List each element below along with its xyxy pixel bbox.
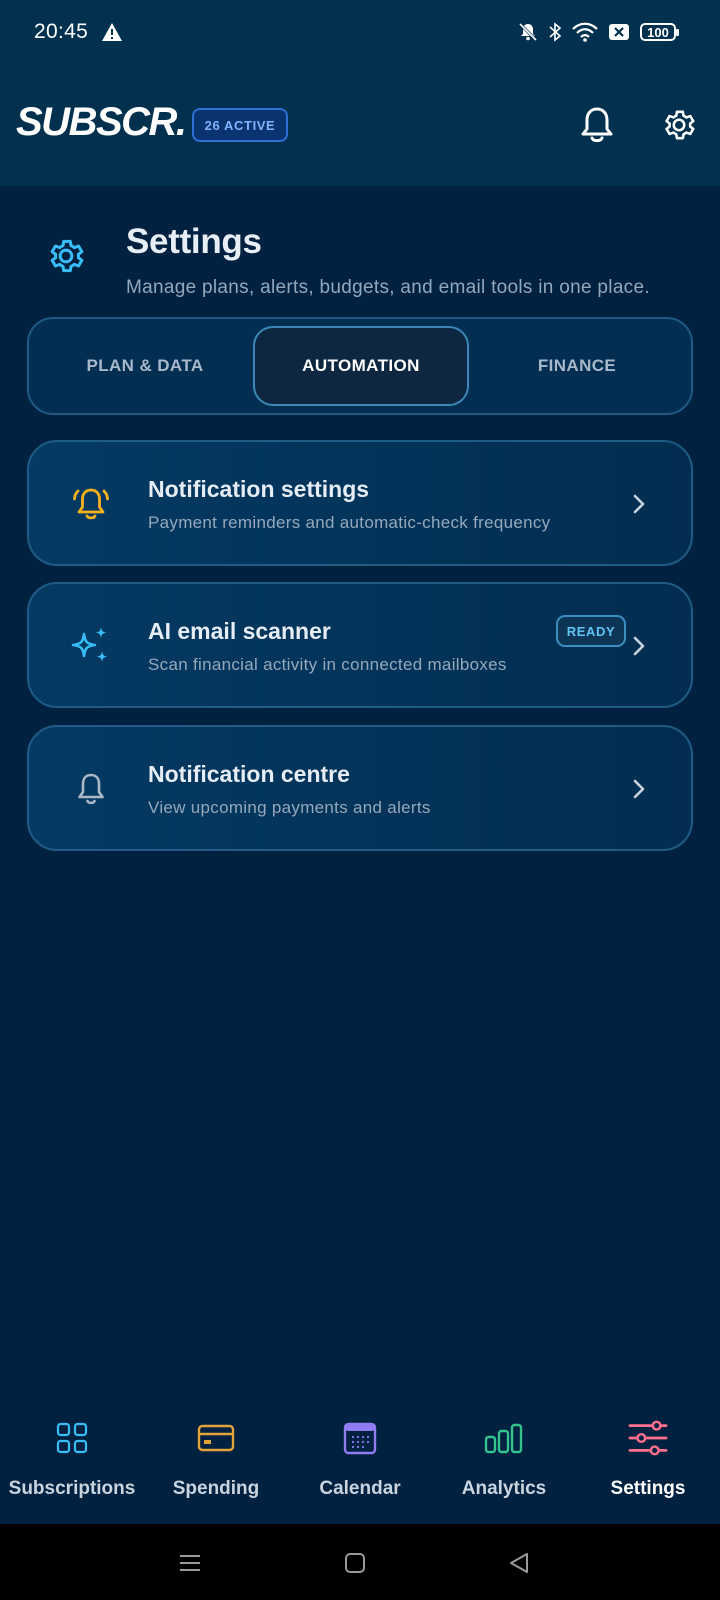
settings-tabs: PLAN & DATA AUTOMATION FINANCE bbox=[27, 317, 693, 415]
battery-level: 100 bbox=[640, 23, 679, 41]
wifi-icon bbox=[572, 22, 598, 42]
bell-icon bbox=[69, 767, 113, 811]
ai-email-scanner-card[interactable]: AI email scanner Scan financial activity… bbox=[27, 582, 693, 708]
grid-icon bbox=[52, 1418, 92, 1458]
tab-plan-data[interactable]: PLAN & DATA bbox=[37, 326, 253, 406]
battery-icon: 100 bbox=[640, 23, 679, 41]
ready-status-badge: READY bbox=[556, 615, 626, 647]
home-button[interactable] bbox=[341, 1550, 369, 1576]
card-icon bbox=[196, 1418, 236, 1458]
ringing-bell-icon bbox=[69, 482, 113, 526]
nav-spending[interactable]: Spending bbox=[144, 1400, 288, 1524]
nav-subscriptions[interactable]: Subscriptions bbox=[0, 1400, 144, 1524]
back-triangle-icon bbox=[510, 1553, 528, 1573]
bell-icon bbox=[581, 107, 613, 143]
notification-settings-card[interactable]: Notification settings Payment reminders … bbox=[27, 440, 693, 566]
warning-icon bbox=[102, 23, 122, 41]
status-time: 20:45 bbox=[34, 20, 89, 43]
menu-icon bbox=[180, 1555, 200, 1571]
chevron-right-icon bbox=[633, 779, 645, 799]
nav-label: Calendar bbox=[319, 1478, 401, 1499]
page-title: Settings bbox=[126, 222, 262, 261]
status-icons: 100 bbox=[518, 20, 679, 44]
nav-settings[interactable]: Settings bbox=[576, 1400, 720, 1524]
sim-x-icon bbox=[608, 23, 630, 41]
page-subtitle: Manage plans, alerts, budgets, and email… bbox=[126, 277, 650, 298]
card-title: Notification settings bbox=[148, 476, 370, 502]
status-bar: 20:45 100 bbox=[0, 0, 720, 64]
nav-analytics[interactable]: Analytics bbox=[432, 1400, 576, 1524]
back-button[interactable] bbox=[505, 1550, 533, 1576]
recent-apps-button[interactable] bbox=[176, 1550, 204, 1576]
sliders-icon bbox=[628, 1418, 668, 1458]
nav-calendar[interactable]: Calendar bbox=[288, 1400, 432, 1524]
app-header: SUBSCR. 26 ACTIVE bbox=[0, 64, 720, 186]
calendar-icon bbox=[340, 1418, 380, 1458]
square-icon bbox=[345, 1553, 365, 1573]
nav-label: Spending bbox=[172, 1478, 260, 1499]
notification-centre-card[interactable]: Notification centre View upcoming paymen… bbox=[27, 725, 693, 851]
nav-label: Subscriptions bbox=[8, 1478, 136, 1499]
nav-label: Settings bbox=[610, 1478, 686, 1499]
chevron-right-icon bbox=[633, 494, 645, 514]
bluetooth-icon bbox=[548, 22, 562, 42]
settings-button[interactable] bbox=[658, 104, 700, 146]
notifications-button[interactable] bbox=[576, 104, 618, 146]
card-description: Scan financial activity in connected mai… bbox=[148, 655, 507, 674]
bottom-navigation: Subscriptions Spending Calendar Analytic… bbox=[0, 1400, 720, 1524]
brand-logo: SUBSCR. bbox=[16, 100, 187, 144]
card-title: Notification centre bbox=[148, 761, 350, 787]
nav-label: Analytics bbox=[461, 1478, 547, 1499]
active-count-badge: 26 ACTIVE bbox=[192, 108, 288, 142]
card-title: AI email scanner bbox=[148, 618, 331, 644]
chevron-right-icon bbox=[633, 636, 645, 656]
system-navigation-bar bbox=[0, 1524, 720, 1600]
mute-icon bbox=[518, 22, 538, 42]
sparkles-icon bbox=[69, 624, 113, 668]
tab-automation[interactable]: AUTOMATION bbox=[253, 326, 469, 406]
bar-chart-icon bbox=[484, 1418, 524, 1458]
tab-finance[interactable]: FINANCE bbox=[469, 326, 685, 406]
settings-gear-icon bbox=[50, 239, 84, 273]
card-description: View upcoming payments and alerts bbox=[148, 798, 431, 817]
card-description: Payment reminders and automatic-check fr… bbox=[148, 513, 551, 532]
gear-icon bbox=[665, 110, 695, 140]
